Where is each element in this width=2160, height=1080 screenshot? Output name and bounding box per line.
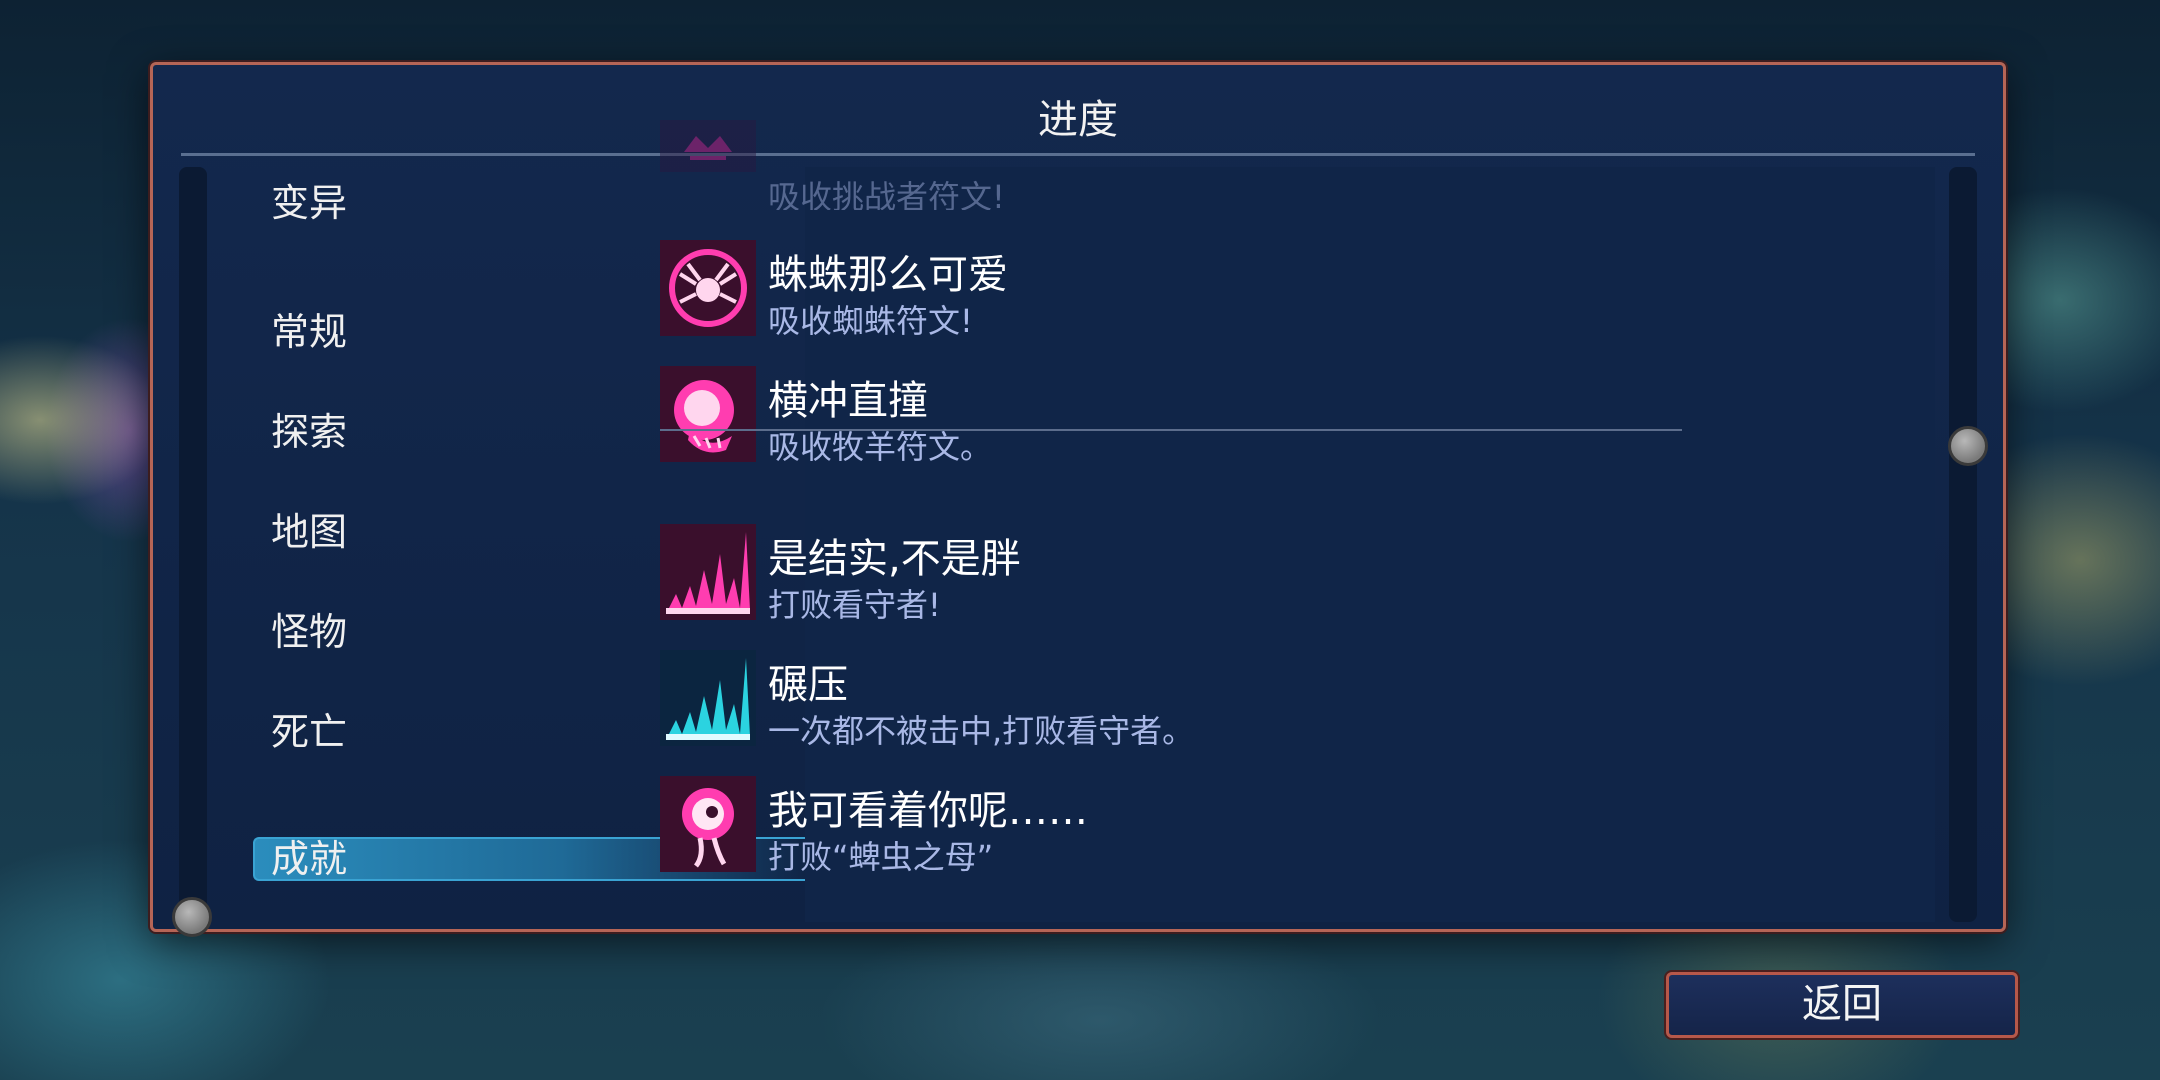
achievement-scroll-knob[interactable] <box>1948 426 1988 466</box>
eye-creature-icon <box>660 776 756 872</box>
spider-rune-icon <box>660 240 756 336</box>
achievement-row[interactable]: 横冲直撞 吸收牧羊符文。 <box>660 366 1760 466</box>
achievement-desc: 一次都不被击中,打败看守者。 <box>768 712 1195 750</box>
achievement-row[interactable]: 是结实,不是胖 打败看守者! <box>660 524 1760 624</box>
achievement-desc: 打败看守者! <box>768 586 941 624</box>
achievement-row[interactable]: 我可看着你呢…… 打败“蜱虫之母” <box>660 776 1760 876</box>
challenger-rune-icon <box>660 120 756 172</box>
achievement-name: 蛛蛛那么可爱 <box>768 252 1008 298</box>
achievement-name: 横冲直撞 <box>768 378 928 424</box>
category-deaths[interactable]: 死亡 <box>271 708 347 756</box>
achievement-desc: 吸收挑战者符文! <box>768 178 1005 210</box>
achievement-name: 是结实,不是胖 <box>768 536 1021 582</box>
category-general[interactable]: 常规 <box>271 308 347 356</box>
achievement-name: 碾压 <box>768 662 848 708</box>
category-monsters[interactable]: 怪物 <box>271 608 347 656</box>
achievement-desc: 打败“蜱虫之母” <box>768 838 994 876</box>
section-divider <box>660 429 1682 431</box>
category-map[interactable]: 地图 <box>271 508 347 556</box>
concierge-pink-icon <box>660 524 756 620</box>
category-exploration[interactable]: 探索 <box>271 408 347 456</box>
category-scrollbar[interactable] <box>179 167 207 922</box>
achievement-row[interactable]: 蛛蛛那么可爱 吸收蜘蛛符文! <box>660 240 1760 340</box>
achievement-row[interactable]: 吸收挑战者符文! <box>660 120 1760 210</box>
achievement-row[interactable]: 碾压 一次都不被击中,打败看守者。 <box>660 650 1760 750</box>
ram-rune-icon <box>660 366 756 462</box>
category-mutations[interactable]: 变异 <box>271 179 347 227</box>
category-achievements[interactable]: 成就 <box>271 835 347 883</box>
achievement-name: 我可看着你呢…… <box>768 788 1088 834</box>
category-scroll-knob[interactable] <box>172 897 212 937</box>
achievement-desc: 吸收蜘蛛符文! <box>768 302 973 340</box>
back-button[interactable]: 返回 <box>1666 972 2018 1038</box>
achievement-scrollbar[interactable] <box>1949 167 1977 922</box>
concierge-blue-icon <box>660 650 756 746</box>
